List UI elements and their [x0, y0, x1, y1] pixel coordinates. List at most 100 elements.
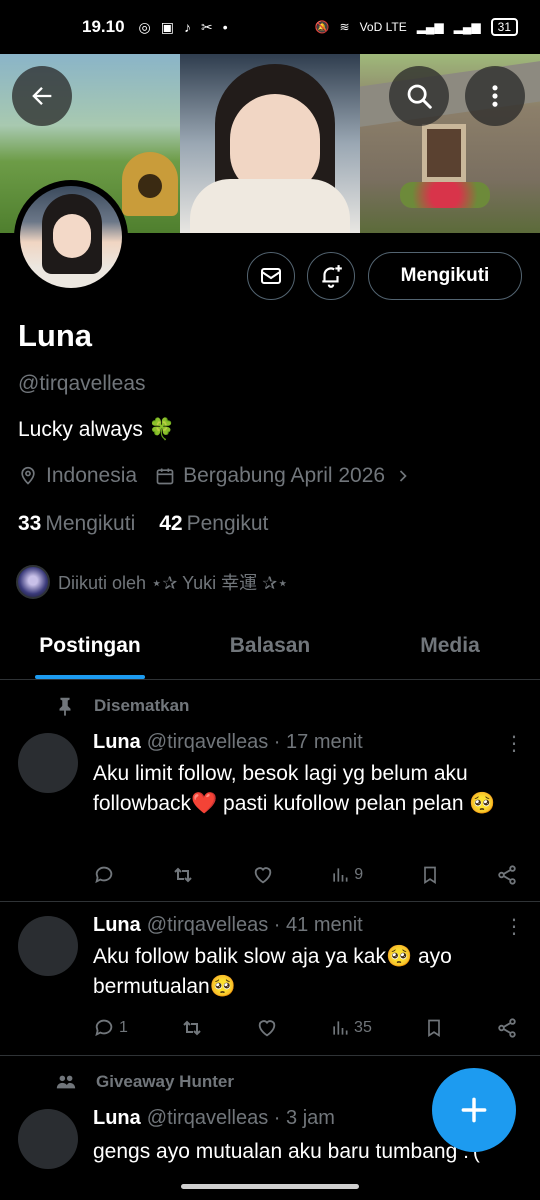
notification-icons: ◎ ▣ ♪ ✂ • [139, 19, 228, 36]
capcut-icon: ✂ [201, 18, 213, 35]
tab-replies[interactable]: Balasan [180, 624, 360, 679]
home-indicator[interactable] [181, 1184, 359, 1189]
more-options-button[interactable] [465, 66, 525, 126]
share-button[interactable] [496, 1017, 518, 1039]
followed-by[interactable]: Diikuti oleh ⋆✰ Yuki 幸運 ✰⋆ [16, 565, 288, 599]
mail-icon [261, 268, 281, 284]
post-more-icon[interactable]: ⋮ [504, 914, 524, 939]
following-label: Mengikuti [45, 512, 136, 535]
compose-button[interactable] [432, 1068, 516, 1152]
post-avatar[interactable] [18, 916, 78, 976]
post-context: Disematkan [54, 695, 189, 717]
post-author[interactable]: Luna [93, 1107, 141, 1129]
followers-label: Pengikut [186, 512, 269, 535]
tab-media[interactable]: Media [360, 624, 540, 679]
app-icon: ▣ [160, 18, 174, 35]
reply-button[interactable]: 1 [93, 1017, 128, 1039]
status-bar: 19.10 ◎ ▣ ♪ ✂ • 🔕 ≋ VoD LTE ▂▄▆ ▂▄▆ 31 [0, 0, 540, 54]
avatar[interactable] [14, 180, 128, 294]
calendar-icon [156, 468, 174, 485]
views-icon [333, 1021, 348, 1035]
followed-by-text: Diikuti oleh ⋆✰ Yuki 幸運 ✰⋆ [58, 573, 289, 593]
bookmark-button[interactable] [420, 864, 440, 886]
notification-button[interactable] [307, 252, 355, 300]
plus-icon [461, 1097, 487, 1123]
share-icon [498, 865, 516, 885]
profile-handle: @tirqavelleas [18, 372, 146, 395]
share-button[interactable] [496, 864, 518, 886]
post[interactable]: Luna @tirqavelleas · 41 menit ⋮ Aku follo… [0, 902, 540, 1056]
tab-posts[interactable]: Postingan [0, 624, 180, 679]
post-meta: @tirqavelleas · 41 menit [146, 914, 363, 936]
like-button[interactable] [252, 864, 274, 886]
post-author[interactable]: Luna [93, 731, 141, 753]
repost-button[interactable] [180, 1016, 204, 1040]
post-meta: @tirqavelleas · 3 jam [146, 1107, 335, 1129]
post-context-label: Giveaway Hunter [96, 1072, 234, 1091]
followers-stat[interactable]: 42 Pengikut [159, 512, 268, 536]
post-actions: 1 35 [93, 1016, 518, 1040]
search-button[interactable] [389, 66, 449, 126]
signal-icon: ▂▄▆ [416, 20, 444, 34]
reply-button[interactable] [93, 864, 115, 886]
post-context: Giveaway Hunter [54, 1071, 234, 1093]
bookmark-button[interactable] [424, 1017, 444, 1039]
battery-indicator: 31 [490, 18, 518, 36]
profile-joined: Bergabung April 2026 [183, 464, 386, 487]
community-icon [56, 1075, 76, 1089]
repost-icon [174, 867, 193, 883]
post-more-icon[interactable]: ⋮ [504, 731, 524, 756]
post-header: Luna @tirqavelleas · 41 menit [93, 914, 363, 937]
bookmark-icon [423, 866, 436, 885]
views-count: 35 [354, 1019, 372, 1036]
post-avatar[interactable] [18, 1109, 78, 1169]
views-icon [333, 868, 348, 882]
post-meta: @tirqavelleas · 17 menit [146, 731, 363, 753]
avatar-image [20, 186, 122, 288]
arrow-left-icon [32, 87, 52, 105]
more-vertical-icon [492, 85, 498, 107]
chevron-right-icon[interactable] [393, 466, 413, 486]
system-icons: 🔕 ≋ VoD LTE ▂▄▆ ▂▄▆ 31 [315, 18, 518, 36]
status-time: 19.10 [82, 17, 125, 36]
search-icon [407, 84, 432, 109]
tiktok-icon: ♪ [184, 19, 191, 35]
post-actions: 9 [93, 863, 518, 887]
bookmark-icon [428, 1019, 440, 1038]
following-button[interactable]: Mengikuti [368, 252, 522, 300]
carrier-label: VoD LTE [359, 20, 407, 34]
reply-count: 1 [119, 1019, 128, 1036]
post-avatar[interactable] [18, 733, 78, 793]
repost-button[interactable] [171, 863, 195, 887]
heart-icon [258, 1020, 276, 1037]
post-header: Luna @tirqavelleas · 17 menit [93, 731, 363, 754]
reply-icon [95, 1019, 113, 1037]
post-context-label: Disematkan [94, 696, 190, 715]
location-icon [21, 466, 35, 485]
heart-icon [254, 867, 272, 884]
signal-icon-2: ▂▄▆ [453, 20, 481, 34]
post-header: Luna @tirqavelleas · 3 jam [93, 1107, 335, 1130]
post-author[interactable]: Luna [93, 914, 141, 936]
profile-bio: Lucky always 🍀 [18, 418, 175, 441]
views-button[interactable]: 35 [330, 1018, 372, 1038]
follower-avatar [16, 565, 50, 599]
banner-image-2 [180, 54, 360, 233]
like-button[interactable] [256, 1017, 278, 1039]
profile-meta: Indonesia Bergabung April 2026 [18, 464, 413, 488]
profile-name: Luna [18, 318, 93, 353]
post[interactable]: Disematkan Luna @tirqavelleas · 17 menit … [0, 681, 540, 902]
followers-count: 42 [159, 512, 183, 535]
views-button[interactable]: 9 [330, 865, 363, 885]
mute-icon: 🔕 [314, 20, 330, 34]
back-button[interactable] [12, 66, 72, 126]
wifi-icon: ≋ [339, 20, 350, 34]
share-icon [498, 1018, 516, 1038]
views-count: 9 [354, 866, 364, 883]
instagram-icon: ◎ [138, 18, 151, 35]
following-stat[interactable]: 33 Mengikuti [18, 512, 135, 536]
message-button[interactable] [247, 252, 295, 300]
post-text: Aku follow balik slow aja ya kak🥺 ayo be… [93, 945, 452, 998]
following-count: 33 [18, 512, 42, 535]
bell-plus-icon [322, 265, 342, 288]
